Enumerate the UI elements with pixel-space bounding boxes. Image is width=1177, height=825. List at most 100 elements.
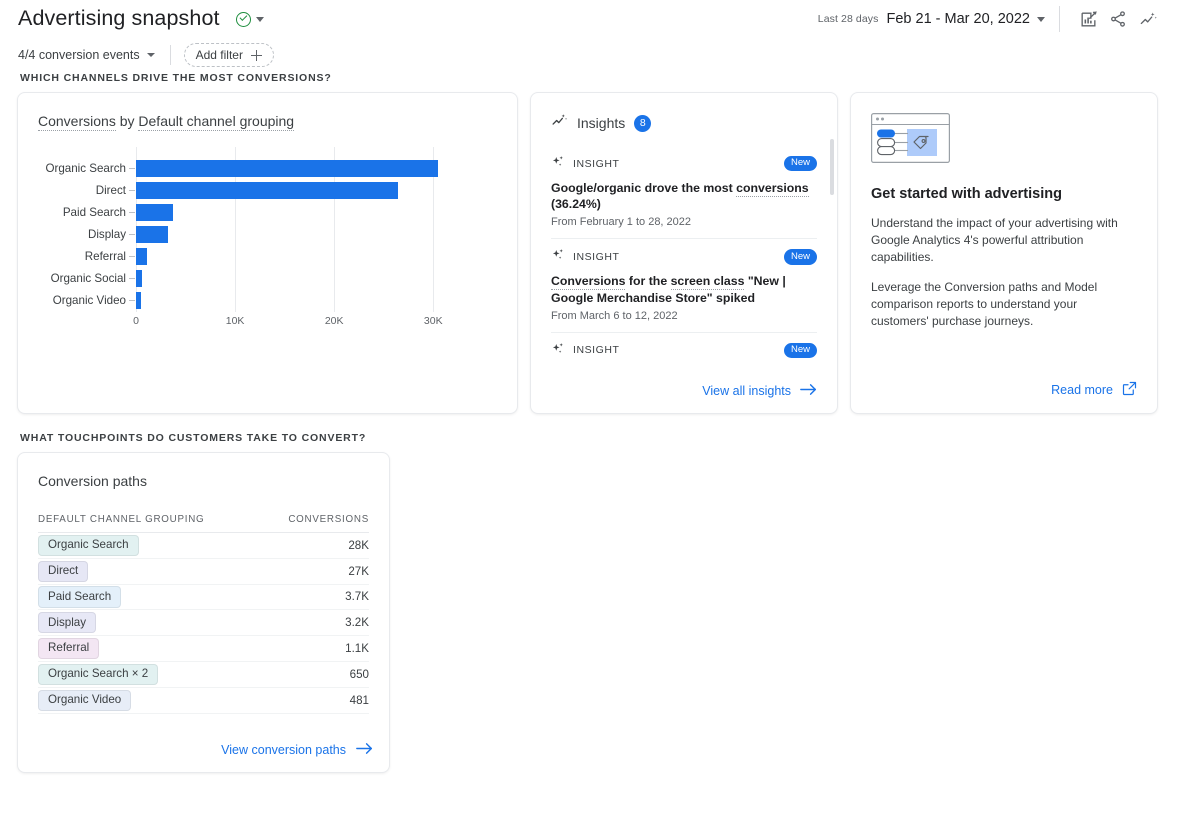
promo-paragraph-2: Leverage the Conversion paths and Model … <box>871 280 1098 329</box>
bar-row[interactable]: Organic Video <box>53 290 463 312</box>
bar[interactable] <box>136 159 439 177</box>
insight-new-badge: New <box>783 249 817 265</box>
insight-kind: INSIGHT <box>551 342 619 359</box>
insights-card: Insights 8 INSIGHT New Google/organic dr… <box>530 92 838 414</box>
bar-row[interactable]: Display <box>88 223 463 245</box>
x-axis-tick-label: 10K <box>225 315 245 327</box>
table-row[interactable]: Organic Search 28K <box>38 533 369 559</box>
chart-title-connector: by <box>115 113 139 129</box>
table-row[interactable]: Direct 27K <box>38 559 369 585</box>
bar[interactable] <box>136 247 147 265</box>
date-range-preset-label: Last 28 days <box>817 13 879 25</box>
insight-item[interactable]: INSIGHT New <box>551 333 817 377</box>
conversions-value: 1.1K <box>345 642 369 656</box>
insight-item[interactable]: INSIGHT New Google/organic drove the mos… <box>551 153 817 240</box>
table-row[interactable]: Organic Video 481 <box>38 688 369 714</box>
axis-tick <box>129 233 135 235</box>
x-axis-tick-label: 0 <box>133 315 139 327</box>
sparkle-icon <box>551 342 565 359</box>
bar[interactable] <box>136 225 168 243</box>
bar-row[interactable]: Organic Search <box>45 157 463 179</box>
conversions-value: 3.2K <box>345 616 369 630</box>
chart-title-dimension[interactable]: Default channel grouping <box>138 113 295 131</box>
report-status-dropdown[interactable] <box>230 7 269 32</box>
channel-chip[interactable]: Organic Search <box>38 534 139 557</box>
check-circle-icon <box>235 11 251 27</box>
channel-chip[interactable]: Referral <box>38 637 100 660</box>
insight-title-a[interactable]: Conversions <box>551 274 626 291</box>
channel-chip[interactable]: Organic Video <box>38 689 132 711</box>
chevron-down-icon <box>146 53 155 57</box>
arrow-right-icon <box>356 742 373 758</box>
add-filter-button[interactable]: Add filter <box>183 43 274 67</box>
insights-count-badge: 8 <box>634 114 652 132</box>
section-label-touchpoints: WHAT TOUCHPOINTS DO CUSTOMERS TAKE TO CO… <box>20 432 367 444</box>
conversions-value: 650 <box>349 667 369 681</box>
comparison-edit-icon[interactable] <box>1073 4 1103 34</box>
column-header-metric: CONVERSIONS <box>288 514 369 525</box>
channel-chip[interactable]: Direct <box>38 560 89 582</box>
chevron-down-icon <box>255 16 264 22</box>
plus-icon <box>250 49 262 61</box>
axis-tick <box>129 255 135 257</box>
bar-row[interactable]: Paid Search <box>63 201 463 223</box>
insights-scrollbar-thumb[interactable] <box>830 139 834 195</box>
table-body: Organic Search 28K Direct 27K Paid Search 3.7… <box>38 533 369 714</box>
bar-row[interactable]: Direct <box>96 179 463 201</box>
channel-chip[interactable]: Paid Search <box>38 586 122 608</box>
filter-bar-divider <box>169 45 171 65</box>
bar-category-label: Organic Search <box>45 161 126 175</box>
bar-row[interactable]: Organic Social <box>51 267 463 289</box>
chevron-down-icon <box>1037 16 1045 22</box>
bar[interactable] <box>136 292 141 310</box>
bar-category-label: Paid Search <box>62 205 126 219</box>
share-icon[interactable] <box>1103 4 1133 34</box>
bar-chart: Organic Search Direct Paid Search Display Re… <box>18 147 517 339</box>
chart-title: Conversions by Default channel grouping <box>18 93 295 131</box>
external-link-icon <box>1122 381 1137 399</box>
bar-row[interactable]: Referral <box>85 245 463 267</box>
read-more-link[interactable]: Read more <box>1051 381 1137 399</box>
channel-chip[interactable]: Display <box>38 612 97 634</box>
x-axis-tick-label: 30K <box>423 315 443 327</box>
view-conversion-paths-link[interactable]: View conversion paths <box>221 742 373 758</box>
insight-item-header: INSIGHT New <box>551 248 817 265</box>
date-range-picker[interactable]: Feb 21 - Mar 20, 2022 <box>887 11 1045 27</box>
conversions-value: 27K <box>348 564 369 578</box>
insight-title-link[interactable]: screen class <box>670 274 745 291</box>
table-row[interactable]: Referral 1.1K <box>38 636 369 662</box>
conversion-paths-table: DEFAULT CHANNEL GROUPING CONVERSIONS Org… <box>18 514 389 714</box>
insight-kind: INSIGHT <box>551 248 619 265</box>
header-divider <box>1059 6 1060 32</box>
conversion-paths-card: Conversion paths DEFAULT CHANNEL GROUPIN… <box>17 452 390 773</box>
bar[interactable] <box>136 181 398 199</box>
table-row[interactable]: Display 3.2K <box>38 610 369 637</box>
channel-chip[interactable]: Organic Search × 2 <box>38 663 159 686</box>
insight-kind: INSIGHT <box>551 155 619 172</box>
insight-kind-label: INSIGHT <box>573 250 620 263</box>
axis-tick <box>129 189 135 191</box>
view-all-insights-link[interactable]: View all insights <box>702 383 817 399</box>
table-row[interactable]: Paid Search 3.7K <box>38 585 369 611</box>
insight-item[interactable]: INSIGHT New Conversions for the screen c… <box>551 239 817 333</box>
bar-category-label: Referral <box>84 249 126 263</box>
insights-icon[interactable] <box>1133 4 1163 34</box>
bar[interactable] <box>136 203 173 221</box>
chart-title-metric[interactable]: Conversions <box>38 113 116 131</box>
chart-plot-area: Organic Search Direct Paid Search Display Re… <box>45 147 463 312</box>
date-range-value: Feb 21 - Mar 20, 2022 <box>886 11 1030 27</box>
advertising-card-illustration <box>871 113 951 167</box>
read-more-label: Read more <box>1051 383 1113 397</box>
column-header-dimension: DEFAULT CHANNEL GROUPING <box>38 514 205 525</box>
table-row[interactable]: Organic Search × 2 650 <box>38 662 369 688</box>
axis-tick <box>129 211 135 213</box>
insights-trend-icon <box>551 112 568 134</box>
insight-title-link[interactable]: conversions <box>736 181 809 197</box>
conversion-events-label: 4/4 conversion events <box>18 48 140 62</box>
conversion-events-selector[interactable]: 4/4 conversion events <box>18 48 155 62</box>
sparkle-icon <box>551 248 565 265</box>
conversions-value: 3.7K <box>345 590 369 604</box>
insight-title-mid: for the <box>625 274 671 289</box>
bar[interactable] <box>136 270 143 288</box>
insight-title: Google/organic drove the most conversion… <box>551 180 817 212</box>
